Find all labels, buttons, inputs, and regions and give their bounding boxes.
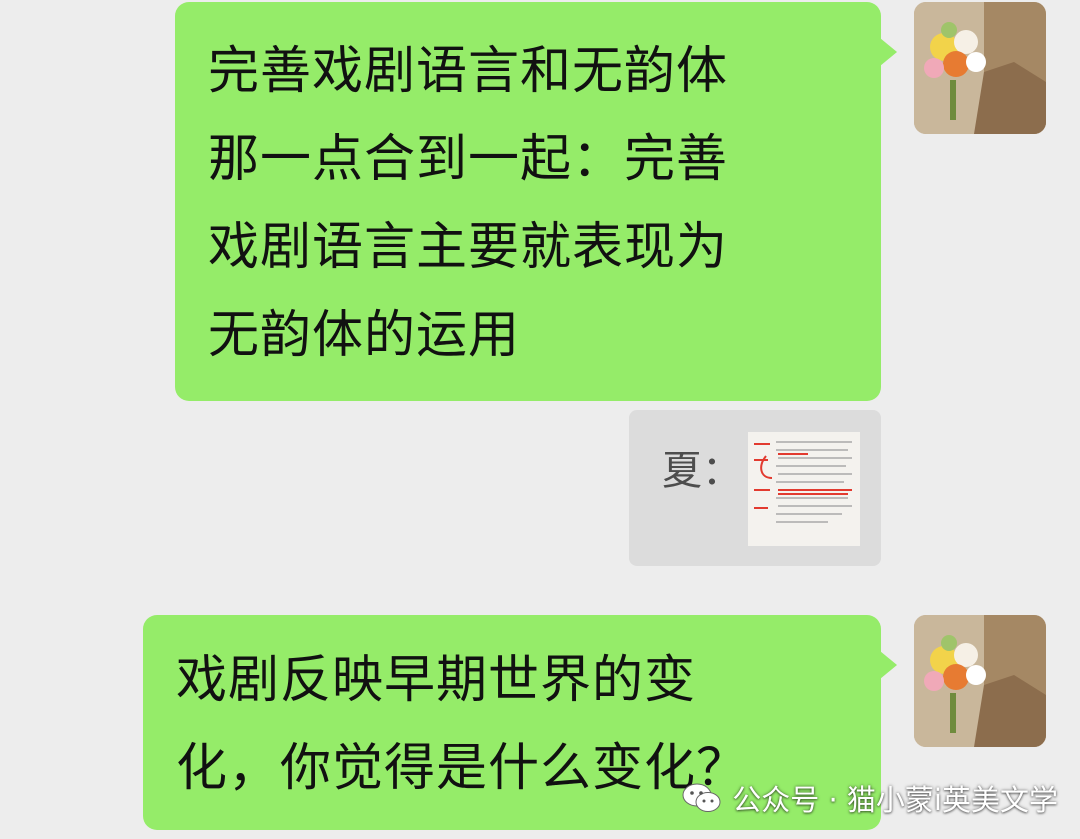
message-line: 戏剧语言主要就表现为 [208, 218, 729, 277]
message-bubble[interactable]: 完善戏剧语言和无韵体 那一点合到一起：完善 戏剧语言主要就表现为 无韵体的运用 [175, 2, 897, 401]
avatar[interactable] [914, 615, 1046, 747]
quote-speaker: 夏： [662, 448, 742, 494]
avatar-photo-icon [914, 615, 1046, 747]
quoted-message[interactable]: 夏： [629, 410, 881, 566]
message-line: 戏剧反映早期世界的变 [176, 651, 697, 710]
wechat-icon [682, 783, 721, 812]
message-line: 完善戏剧语言和无韵体 [208, 42, 729, 101]
avatar-photo-icon [914, 2, 1046, 134]
message-line: 那一点合到一起：完善 [208, 130, 729, 189]
avatar[interactable] [914, 2, 1046, 134]
watermark-text: 公众号 · 猫小蒙i英美文学 [732, 783, 1058, 817]
watermark: 公众号 · 猫小蒙i英美文学 [682, 776, 1058, 820]
handwritten-notes-image-icon[interactable] [748, 432, 860, 546]
message-line: 无韵体的运用 [208, 306, 521, 365]
